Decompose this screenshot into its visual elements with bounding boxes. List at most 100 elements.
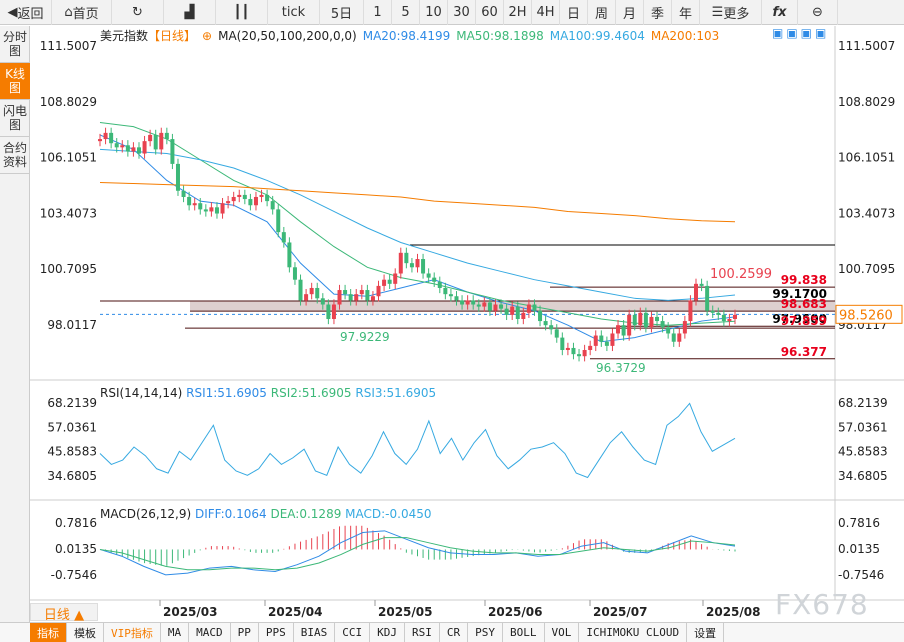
price-chart[interactable]: 111.5007 111.5007 108.8029 108.8029 106.1051… bbox=[0, 0, 904, 642]
candle-down bbox=[203, 209, 208, 212]
watermark: FX678 bbox=[775, 588, 869, 621]
candle-down bbox=[265, 194, 270, 202]
x-tick-label: 2025/04 bbox=[268, 605, 322, 619]
level-label: 98.683 bbox=[781, 297, 827, 311]
x-tick-label: 2025/06 bbox=[488, 605, 542, 619]
candle-down bbox=[487, 302, 492, 311]
x-tick-label: 2025/08 bbox=[706, 605, 760, 619]
candle-down bbox=[515, 306, 520, 319]
candle-down bbox=[426, 273, 431, 278]
candle-up bbox=[682, 321, 687, 334]
indicator-tab[interactable]: 设置 bbox=[687, 623, 725, 642]
y-tick-left: 108.8029 bbox=[40, 95, 97, 109]
candle-down bbox=[270, 201, 275, 210]
indicator-label[interactable]: MA(20,50,100,200,0,0) bbox=[218, 29, 357, 43]
candle-up bbox=[638, 312, 643, 326]
candle-down bbox=[198, 203, 203, 210]
indicator-tab[interactable]: CR bbox=[440, 623, 469, 642]
candle-up bbox=[565, 347, 570, 351]
candle-down bbox=[721, 314, 726, 322]
candle-down bbox=[460, 300, 465, 305]
candle-down bbox=[287, 242, 292, 268]
indicator-tab[interactable]: MA bbox=[161, 623, 190, 642]
indicator-tab[interactable]: BOLL bbox=[503, 623, 545, 642]
ma20-value: MA20:98.4199 bbox=[362, 29, 451, 43]
candle-down bbox=[248, 199, 253, 206]
candle-down bbox=[326, 304, 331, 319]
period-selector[interactable]: 日线 ▲ bbox=[30, 603, 98, 623]
indicator-tab[interactable]: 指标 bbox=[30, 623, 67, 642]
rsi3-value: RSI3:51.6905 bbox=[355, 386, 437, 400]
indicator-tab[interactable]: PPS bbox=[259, 623, 294, 642]
period-selector-label: 日线 bbox=[43, 608, 70, 623]
indicator-tab[interactable]: BIAS bbox=[294, 623, 336, 642]
candle-down bbox=[136, 147, 141, 154]
candle-up bbox=[159, 132, 164, 150]
candle-down bbox=[281, 232, 286, 243]
indicator-tab[interactable]: PP bbox=[231, 623, 259, 642]
candle-down bbox=[437, 281, 442, 288]
indicator-tab[interactable]: CCI bbox=[335, 623, 371, 642]
candle-up bbox=[627, 314, 632, 336]
target-icon[interactable]: ⊕ bbox=[202, 29, 212, 43]
candle-down bbox=[404, 252, 409, 264]
indicator-tab[interactable]: MACD bbox=[189, 623, 231, 642]
last-price-value: 98.5260 bbox=[839, 308, 893, 323]
candle-up bbox=[593, 335, 598, 346]
indicator-tab[interactable]: 模板 bbox=[67, 623, 104, 642]
indicator-tab[interactable]: PSY bbox=[468, 623, 503, 642]
candle-down bbox=[705, 285, 710, 311]
candle-down bbox=[387, 279, 392, 284]
indicator-tab[interactable]: ICHIMOKU CLOUD bbox=[579, 623, 688, 642]
candle-down bbox=[571, 347, 576, 355]
rsi-y-tick: 57.0361 bbox=[47, 420, 97, 434]
candle-up bbox=[192, 203, 197, 206]
candle-down bbox=[292, 267, 297, 280]
y-tick-left: 103.4073 bbox=[40, 206, 97, 220]
candle-up bbox=[616, 325, 621, 334]
candle-up bbox=[120, 145, 125, 148]
indicator-tab[interactable]: RSI bbox=[405, 623, 440, 642]
candle-down bbox=[554, 329, 559, 338]
candle-up bbox=[309, 287, 314, 295]
chart-control-icons[interactable]: ▣▣▣▣ bbox=[772, 26, 829, 40]
y-tick-right: 111.5007 bbox=[838, 39, 895, 53]
candle-up bbox=[148, 134, 153, 142]
candle-down bbox=[114, 143, 119, 148]
candle-down bbox=[421, 259, 426, 274]
rsi-y-tick: 34.6805 bbox=[47, 469, 97, 483]
candle-up bbox=[677, 333, 682, 342]
indicator-tab[interactable]: KDJ bbox=[370, 623, 405, 642]
period-label: 【日线】 bbox=[148, 29, 197, 43]
x-tick-label: 2025/05 bbox=[378, 605, 432, 619]
candle-down bbox=[666, 327, 671, 334]
candle-up bbox=[465, 300, 470, 305]
candle-up bbox=[415, 259, 420, 268]
candle-up bbox=[226, 201, 231, 204]
candle-up bbox=[370, 296, 375, 301]
y-tick-left: 100.7095 bbox=[40, 262, 97, 276]
macd-title: MACD(26,12,9) bbox=[100, 507, 192, 521]
candle-up bbox=[98, 139, 102, 142]
ma200-value: MA200:103 bbox=[650, 29, 720, 43]
macd-y-tick: 0.0135 bbox=[838, 542, 880, 556]
candle-down bbox=[577, 354, 582, 357]
candle-down bbox=[181, 190, 186, 197]
candle-up bbox=[727, 318, 732, 322]
indicator-tab[interactable]: VIP指标 bbox=[104, 623, 161, 642]
candle-down bbox=[643, 312, 648, 328]
candle-up bbox=[142, 141, 147, 154]
candle-down bbox=[660, 321, 665, 328]
candle-down bbox=[604, 341, 609, 346]
rsi-y-tick: 45.8583 bbox=[838, 445, 888, 459]
candle-down bbox=[187, 196, 192, 206]
candle-down bbox=[504, 308, 509, 315]
ma-line-ma50 bbox=[99, 122, 736, 326]
candle-down bbox=[560, 337, 565, 351]
candle-up bbox=[521, 312, 526, 319]
candle-up bbox=[649, 316, 654, 328]
candle-down bbox=[454, 296, 459, 301]
candle-down bbox=[532, 304, 537, 311]
candle-up bbox=[209, 207, 214, 212]
indicator-tab[interactable]: VOL bbox=[545, 623, 580, 642]
